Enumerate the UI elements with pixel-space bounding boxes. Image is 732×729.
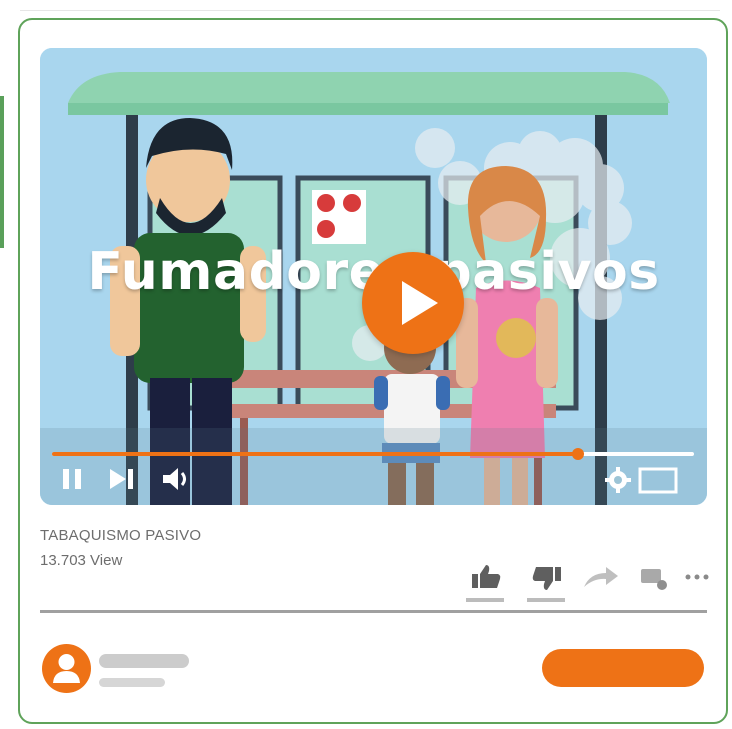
video-name: TABAQUISMO PASIVO <box>40 527 202 544</box>
channel-avatar[interactable] <box>42 644 91 693</box>
view-count: 13.703 View <box>40 552 123 569</box>
progress-bar[interactable] <box>52 448 694 460</box>
thumbs-up-icon[interactable] <box>470 562 502 590</box>
gear-icon[interactable] <box>604 466 632 494</box>
channel-name-placeholder <box>99 654 189 668</box>
share-icon[interactable] <box>582 565 620 591</box>
thumbs-down-icon[interactable] <box>531 565 563 593</box>
play-button[interactable] <box>362 252 464 354</box>
pause-icon[interactable] <box>60 466 84 492</box>
fullscreen-icon[interactable] <box>638 467 680 495</box>
user-icon <box>53 654 80 683</box>
top-divider <box>20 10 720 11</box>
left-accent-bar <box>0 96 4 248</box>
channel-meta-placeholder <box>99 678 165 687</box>
add-to-playlist-icon[interactable] <box>640 566 670 592</box>
more-icon[interactable] <box>684 572 710 582</box>
thumbs-up-underline <box>466 598 504 602</box>
skip-next-icon[interactable] <box>106 466 136 492</box>
subscribe-button[interactable] <box>542 649 704 687</box>
thumbs-down-underline <box>527 598 565 602</box>
video-player[interactable]: Fumadores pasivos <box>40 48 707 505</box>
progress-fill <box>52 452 579 456</box>
section-divider <box>40 610 707 613</box>
volume-icon[interactable] <box>160 464 192 494</box>
